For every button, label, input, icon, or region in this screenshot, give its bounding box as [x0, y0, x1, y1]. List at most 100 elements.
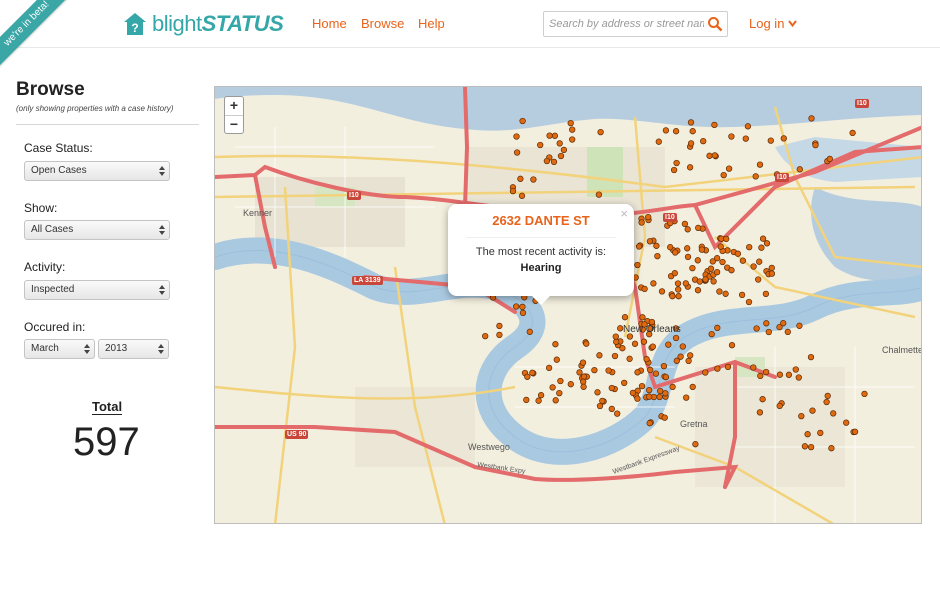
- property-marker[interactable]: [753, 325, 760, 332]
- property-marker[interactable]: [519, 309, 527, 317]
- property-marker[interactable]: [535, 397, 542, 404]
- zoom-in-button[interactable]: +: [225, 97, 243, 115]
- property-marker[interactable]: [674, 280, 682, 287]
- property-marker[interactable]: [647, 366, 654, 374]
- property-marker[interactable]: [762, 368, 770, 376]
- property-marker[interactable]: [629, 389, 637, 397]
- property-marker[interactable]: [682, 280, 689, 287]
- property-marker[interactable]: [662, 390, 669, 397]
- property-marker[interactable]: [524, 373, 531, 380]
- property-marker[interactable]: [692, 441, 699, 448]
- property-marker[interactable]: [576, 369, 583, 376]
- property-marker[interactable]: [796, 322, 803, 329]
- property-marker[interactable]: [851, 428, 859, 435]
- property-marker[interactable]: [552, 341, 559, 348]
- property-marker[interactable]: [702, 369, 709, 376]
- property-marker[interactable]: [759, 235, 767, 242]
- property-marker[interactable]: [762, 290, 770, 298]
- property-marker[interactable]: [594, 389, 601, 396]
- month-select[interactable]: March: [24, 339, 95, 359]
- property-marker[interactable]: [765, 328, 772, 336]
- property-marker[interactable]: [537, 141, 544, 149]
- map[interactable]: + − Kenner New Orleans Westwego Gretna C…: [214, 86, 922, 524]
- property-marker[interactable]: [719, 258, 726, 266]
- property-marker[interactable]: [695, 224, 702, 232]
- property-marker[interactable]: [671, 270, 678, 277]
- activity-select[interactable]: Inspected: [24, 280, 170, 300]
- property-marker[interactable]: [807, 353, 815, 361]
- search-icon[interactable]: [707, 16, 723, 32]
- property-marker[interactable]: [482, 332, 489, 340]
- year-select[interactable]: 2013: [98, 339, 169, 359]
- property-marker[interactable]: [545, 364, 553, 372]
- property-marker[interactable]: [634, 369, 641, 376]
- property-marker[interactable]: [785, 371, 793, 378]
- property-marker[interactable]: [654, 252, 661, 260]
- property-marker[interactable]: [685, 357, 692, 365]
- property-marker[interactable]: [661, 414, 668, 421]
- nav-home-link[interactable]: Home: [312, 16, 347, 31]
- property-marker[interactable]: [675, 293, 682, 300]
- property-marker[interactable]: [557, 377, 564, 385]
- property-marker[interactable]: [608, 384, 615, 392]
- property-marker[interactable]: [776, 371, 784, 378]
- property-marker[interactable]: [518, 192, 526, 199]
- property-marker[interactable]: [752, 173, 759, 180]
- property-marker[interactable]: [537, 392, 545, 399]
- property-marker[interactable]: [702, 276, 709, 283]
- property-marker[interactable]: [551, 132, 559, 139]
- property-marker[interactable]: [569, 136, 576, 143]
- property-marker[interactable]: [817, 429, 824, 437]
- property-marker[interactable]: [684, 226, 691, 233]
- property-marker[interactable]: [756, 258, 763, 265]
- property-marker[interactable]: [613, 338, 620, 345]
- property-marker[interactable]: [530, 176, 537, 183]
- login-menu[interactable]: Log in: [749, 16, 798, 31]
- property-marker[interactable]: [646, 393, 653, 400]
- nav-browse-link[interactable]: Browse: [361, 16, 404, 31]
- property-marker[interactable]: [694, 287, 702, 294]
- property-marker[interactable]: [696, 278, 703, 285]
- popup-address[interactable]: 2632 DANTE ST: [448, 213, 634, 228]
- popup-close-button[interactable]: ×: [620, 206, 628, 221]
- property-marker[interactable]: [698, 246, 706, 253]
- property-marker[interactable]: [655, 138, 662, 145]
- nav-help-link[interactable]: Help: [418, 16, 445, 31]
- property-marker[interactable]: [711, 152, 718, 159]
- property-marker[interactable]: [580, 373, 588, 380]
- property-marker[interactable]: [639, 314, 646, 321]
- property-marker[interactable]: [556, 389, 563, 397]
- property-marker[interactable]: [679, 343, 686, 350]
- property-marker[interactable]: [626, 355, 633, 362]
- property-marker[interactable]: [557, 152, 565, 160]
- property-marker[interactable]: [546, 132, 553, 139]
- property-marker[interactable]: [756, 409, 764, 416]
- property-marker[interactable]: [660, 362, 668, 370]
- property-marker[interactable]: [687, 352, 694, 359]
- property-marker[interactable]: [611, 352, 619, 360]
- property-marker[interactable]: [757, 372, 764, 380]
- property-marker[interactable]: [767, 137, 774, 144]
- property-marker[interactable]: [621, 379, 628, 387]
- property-marker[interactable]: [638, 219, 645, 226]
- property-marker[interactable]: [641, 285, 648, 293]
- zoom-out-button[interactable]: −: [225, 115, 243, 133]
- property-marker[interactable]: [720, 171, 727, 179]
- property-marker[interactable]: [776, 402, 783, 410]
- property-marker[interactable]: [711, 121, 718, 129]
- property-marker[interactable]: [776, 323, 783, 331]
- property-marker[interactable]: [569, 126, 576, 133]
- property-marker[interactable]: [744, 123, 752, 130]
- property-marker[interactable]: [553, 356, 560, 363]
- property-marker[interactable]: [722, 290, 729, 297]
- property-marker[interactable]: [509, 187, 517, 195]
- property-marker[interactable]: [672, 249, 679, 256]
- property-marker[interactable]: [597, 128, 604, 136]
- property-marker[interactable]: [843, 419, 850, 426]
- property-marker[interactable]: [861, 390, 868, 398]
- property-marker[interactable]: [684, 245, 691, 252]
- logo[interactable]: ? blight STATUS: [122, 9, 284, 39]
- property-marker[interactable]: [708, 330, 715, 338]
- property-marker[interactable]: [714, 324, 721, 332]
- property-marker[interactable]: [653, 242, 660, 249]
